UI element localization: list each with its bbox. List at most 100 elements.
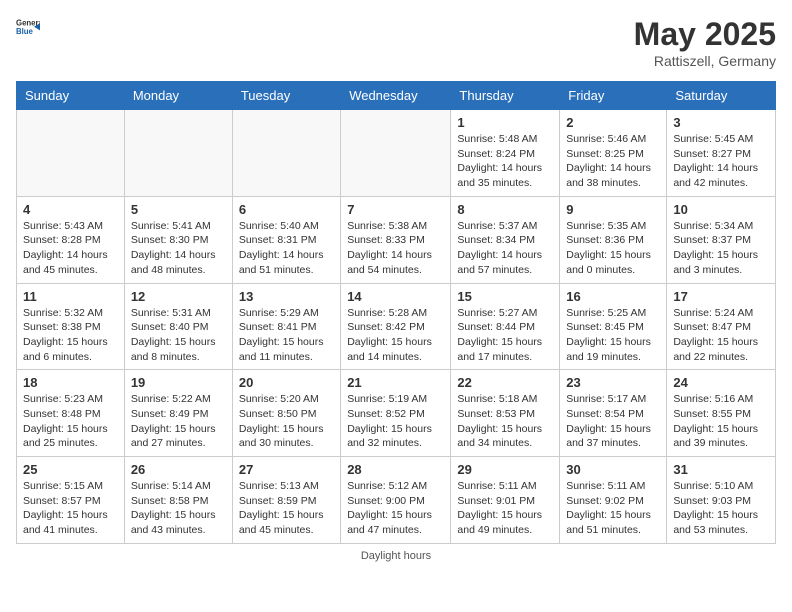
- day-info: Sunrise: 5:16 AM Sunset: 8:55 PM Dayligh…: [673, 392, 769, 451]
- day-number: 19: [131, 375, 226, 390]
- table-row: [341, 110, 451, 197]
- calendar-table: Sunday Monday Tuesday Wednesday Thursday…: [16, 81, 776, 544]
- day-number: 16: [566, 289, 660, 304]
- day-number: 20: [239, 375, 334, 390]
- day-number: 24: [673, 375, 769, 390]
- day-number: 25: [23, 462, 118, 477]
- table-row: [124, 110, 232, 197]
- day-info: Sunrise: 5:18 AM Sunset: 8:53 PM Dayligh…: [457, 392, 553, 451]
- table-row: 19 Sunrise: 5:22 AM Sunset: 8:49 PM Dayli…: [124, 370, 232, 457]
- footer-note: Daylight hours: [16, 550, 776, 562]
- table-row: 14 Sunrise: 5:28 AM Sunset: 8:42 PM Dayli…: [341, 283, 451, 370]
- table-row: 2Sunrise: 5:46 AM Sunset: 8:25 PM Daylig…: [560, 110, 667, 197]
- day-number: 22: [457, 375, 553, 390]
- calendar-header-row: Sunday Monday Tuesday Wednesday Thursday…: [17, 82, 776, 110]
- day-info: Sunrise: 5:37 AM Sunset: 8:34 PM Dayligh…: [457, 219, 553, 278]
- table-row: 24 Sunrise: 5:16 AM Sunset: 8:55 PM Dayli…: [667, 370, 776, 457]
- title-block: May 2025 Rattiszell, Germany: [634, 16, 776, 69]
- calendar-week-row: 18 Sunrise: 5:23 AM Sunset: 8:48 PM Dayli…: [17, 370, 776, 457]
- logo-icon: General Blue: [16, 16, 40, 40]
- calendar-week-row: 1 Sunrise: 5:48 AM Sunset: 8:24 PM Daylig…: [17, 110, 776, 197]
- col-sunday: Sunday: [17, 82, 125, 110]
- table-row: 27 Sunrise: 5:13 AM Sunset: 8:59 PM Dayli…: [232, 457, 340, 544]
- table-row: 13 Sunrise: 5:29 AM Sunset: 8:41 PM Dayli…: [232, 283, 340, 370]
- table-row: 4Sunrise: 5:43 AM Sunset: 8:28 PM Daylig…: [17, 196, 125, 283]
- table-row: 16 Sunrise: 5:25 AM Sunset: 8:45 PM Dayli…: [560, 283, 667, 370]
- day-number: 10: [673, 202, 769, 217]
- table-row: 25 Sunrise: 5:15 AM Sunset: 8:57 PM Dayli…: [17, 457, 125, 544]
- day-number: 7: [347, 202, 444, 217]
- calendar-week-row: 4Sunrise: 5:43 AM Sunset: 8:28 PM Daylig…: [17, 196, 776, 283]
- day-number: 17: [673, 289, 769, 304]
- day-info: Sunrise: 5:28 AM Sunset: 8:42 PM Dayligh…: [347, 306, 444, 365]
- day-number: 14: [347, 289, 444, 304]
- day-info: Sunrise: 5:25 AM Sunset: 8:45 PM Dayligh…: [566, 306, 660, 365]
- day-info: Sunrise: 5:19 AM Sunset: 8:52 PM Dayligh…: [347, 392, 444, 451]
- day-info: Sunrise: 5:29 AM Sunset: 8:41 PM Dayligh…: [239, 306, 334, 365]
- table-row: 10 Sunrise: 5:34 AM Sunset: 8:37 PM Dayli…: [667, 196, 776, 283]
- day-info: Sunrise: 5:48 AM Sunset: 8:24 PM Dayligh…: [457, 132, 553, 191]
- logo: General Blue: [16, 16, 40, 40]
- day-info: Sunrise: 5:17 AM Sunset: 8:54 PM Dayligh…: [566, 392, 660, 451]
- table-row: 8 Sunrise: 5:37 AM Sunset: 8:34 PM Daylig…: [451, 196, 560, 283]
- location-title: Rattiszell, Germany: [634, 53, 776, 69]
- header: General Blue May 2025 Rattiszell, German…: [16, 16, 776, 69]
- table-row: 12 Sunrise: 5:31 AM Sunset: 8:40 PM Dayli…: [124, 283, 232, 370]
- table-row: 15 Sunrise: 5:27 AM Sunset: 8:44 PM Dayli…: [451, 283, 560, 370]
- day-number: 15: [457, 289, 553, 304]
- day-info: Sunrise: 5:12 AM Sunset: 9:00 PM Dayligh…: [347, 479, 444, 538]
- day-number: 26: [131, 462, 226, 477]
- day-number: 13: [239, 289, 334, 304]
- day-info: Sunrise: 5:41 AM Sunset: 8:30 PM Dayligh…: [131, 219, 226, 278]
- day-number: 8: [457, 202, 553, 217]
- col-monday: Monday: [124, 82, 232, 110]
- day-number: 5: [131, 202, 226, 217]
- table-row: 29Sunrise: 5:11 AM Sunset: 9:01 PM Dayli…: [451, 457, 560, 544]
- table-row: 26Sunrise: 5:14 AM Sunset: 8:58 PM Dayli…: [124, 457, 232, 544]
- day-number: 9: [566, 202, 660, 217]
- day-number: 29: [457, 462, 553, 477]
- day-info: Sunrise: 5:22 AM Sunset: 8:49 PM Dayligh…: [131, 392, 226, 451]
- page-container: General Blue May 2025 Rattiszell, German…: [16, 16, 776, 562]
- day-info: Sunrise: 5:32 AM Sunset: 8:38 PM Dayligh…: [23, 306, 118, 365]
- day-info: Sunrise: 5:34 AM Sunset: 8:37 PM Dayligh…: [673, 219, 769, 278]
- day-number: 31: [673, 462, 769, 477]
- table-row: 5 Sunrise: 5:41 AM Sunset: 8:30 PM Daylig…: [124, 196, 232, 283]
- table-row: 20 Sunrise: 5:20 AM Sunset: 8:50 PM Dayli…: [232, 370, 340, 457]
- day-info: Sunrise: 5:24 AM Sunset: 8:47 PM Dayligh…: [673, 306, 769, 365]
- table-row: 30Sunrise: 5:11 AM Sunset: 9:02 PM Dayli…: [560, 457, 667, 544]
- table-row: [232, 110, 340, 197]
- table-row: 7 Sunrise: 5:38 AM Sunset: 8:33 PM Daylig…: [341, 196, 451, 283]
- day-number: 27: [239, 462, 334, 477]
- day-number: 12: [131, 289, 226, 304]
- day-info: Sunrise: 5:23 AM Sunset: 8:48 PM Dayligh…: [23, 392, 118, 451]
- day-number: 28: [347, 462, 444, 477]
- day-number: 18: [23, 375, 118, 390]
- table-row: 17 Sunrise: 5:24 AM Sunset: 8:47 PM Dayli…: [667, 283, 776, 370]
- day-number: 6: [239, 202, 334, 217]
- day-info: Sunrise: 5:35 AM Sunset: 8:36 PM Dayligh…: [566, 219, 660, 278]
- day-info: Sunrise: 5:20 AM Sunset: 8:50 PM Dayligh…: [239, 392, 334, 451]
- day-info: Sunrise: 5:38 AM Sunset: 8:33 PM Dayligh…: [347, 219, 444, 278]
- day-info: Sunrise: 5:27 AM Sunset: 8:44 PM Dayligh…: [457, 306, 553, 365]
- calendar-week-row: 25 Sunrise: 5:15 AM Sunset: 8:57 PM Dayli…: [17, 457, 776, 544]
- day-number: 2: [566, 115, 660, 130]
- table-row: 28 Sunrise: 5:12 AM Sunset: 9:00 PM Dayli…: [341, 457, 451, 544]
- table-row: 23Sunrise: 5:17 AM Sunset: 8:54 PM Dayli…: [560, 370, 667, 457]
- day-number: 1: [457, 115, 553, 130]
- col-thursday: Thursday: [451, 82, 560, 110]
- table-row: 21 Sunrise: 5:19 AM Sunset: 8:52 PM Dayli…: [341, 370, 451, 457]
- calendar-week-row: 11Sunrise: 5:32 AM Sunset: 8:38 PM Dayli…: [17, 283, 776, 370]
- day-info: Sunrise: 5:43 AM Sunset: 8:28 PM Dayligh…: [23, 219, 118, 278]
- day-info: Sunrise: 5:13 AM Sunset: 8:59 PM Dayligh…: [239, 479, 334, 538]
- day-info: Sunrise: 5:40 AM Sunset: 8:31 PM Dayligh…: [239, 219, 334, 278]
- month-title: May 2025: [634, 16, 776, 53]
- day-info: Sunrise: 5:45 AM Sunset: 8:27 PM Dayligh…: [673, 132, 769, 191]
- table-row: 11Sunrise: 5:32 AM Sunset: 8:38 PM Dayli…: [17, 283, 125, 370]
- svg-text:Blue: Blue: [16, 27, 34, 36]
- col-friday: Friday: [560, 82, 667, 110]
- col-saturday: Saturday: [667, 82, 776, 110]
- day-number: 21: [347, 375, 444, 390]
- day-info: Sunrise: 5:31 AM Sunset: 8:40 PM Dayligh…: [131, 306, 226, 365]
- day-info: Sunrise: 5:15 AM Sunset: 8:57 PM Dayligh…: [23, 479, 118, 538]
